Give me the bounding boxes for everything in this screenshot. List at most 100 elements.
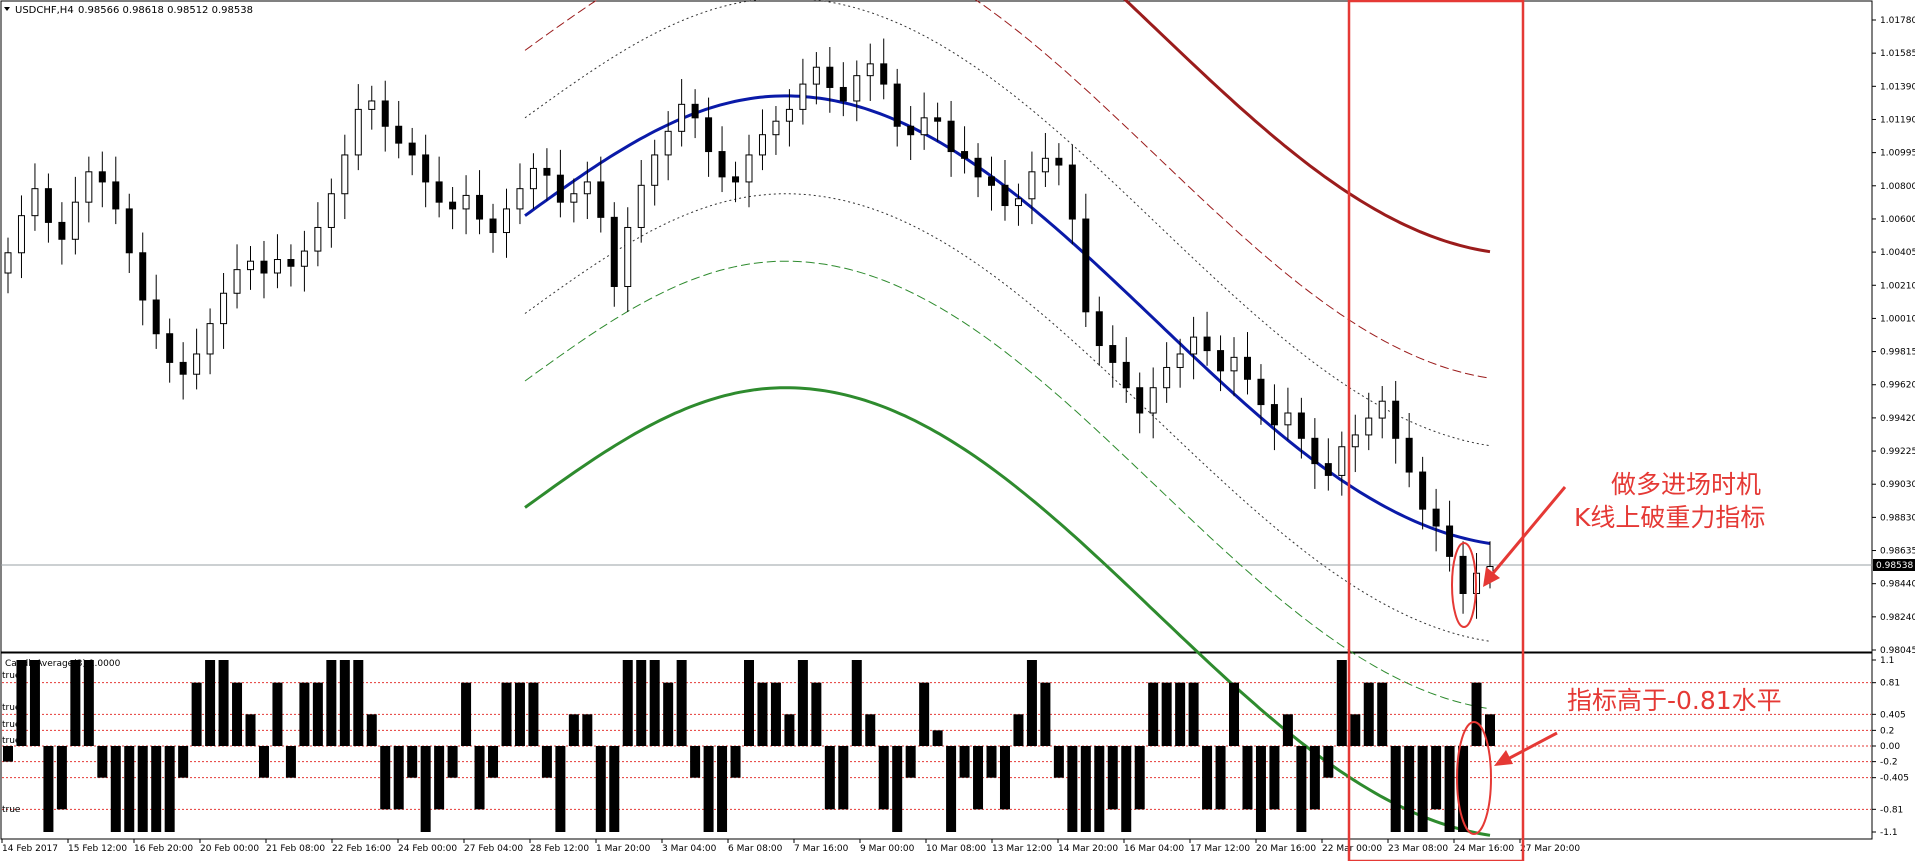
- true-label: true: [2, 671, 21, 681]
- indicator-bar: [1444, 746, 1455, 832]
- indicator-bar: [568, 714, 579, 746]
- price-tick-label: 0.99815: [1880, 348, 1915, 358]
- time-tick-label: 10 Mar 08:00: [926, 844, 986, 854]
- indicator-bar: [1080, 746, 1091, 832]
- indicator-bar: [919, 682, 930, 746]
- candle-body: [327, 193, 335, 228]
- candle-body: [1217, 350, 1225, 372]
- indicator-tick-label: 0.00: [1880, 742, 1900, 752]
- candle-body: [1378, 400, 1386, 419]
- indicator-bar: [124, 746, 135, 832]
- indicator-bar: [366, 714, 377, 746]
- candle-body: [476, 194, 484, 220]
- candle-body: [1203, 336, 1211, 352]
- candle-body: [664, 130, 672, 156]
- candle-body: [1014, 198, 1022, 207]
- candle-body: [1338, 446, 1346, 476]
- indicator-bar: [717, 746, 728, 832]
- price-tick-label: 0.99620: [1880, 381, 1915, 391]
- true-label: true: [2, 720, 21, 730]
- indicator-bar: [744, 660, 754, 746]
- candle-body: [166, 333, 174, 363]
- candle-body: [1419, 471, 1427, 510]
- indicator-bar: [555, 746, 566, 832]
- indicator-tick-label: 1.1: [1880, 656, 1894, 666]
- candle-body: [314, 226, 322, 252]
- price-tick-label: 0.98635: [1880, 547, 1915, 557]
- indicator-bar: [191, 682, 202, 746]
- candle-body: [247, 260, 255, 271]
- candle-body: [449, 201, 457, 210]
- indicator-tick-label: 0.81: [1880, 679, 1900, 689]
- candle-body: [570, 193, 578, 203]
- time-tick-label: 24 Mar 16:00: [1454, 844, 1514, 854]
- indicator-bar: [1040, 682, 1051, 746]
- time-tick-label: 28 Feb 12:00: [530, 844, 589, 854]
- candle-body: [368, 100, 376, 110]
- chart-canvas: 1.01780 1.01585 1.01390 1.01190 1.00995 1.008…: [0, 0, 1915, 861]
- price-tick-label: 1.01585: [1880, 49, 1915, 59]
- indicator-bar: [1431, 746, 1442, 810]
- candle-body: [31, 188, 39, 217]
- indicator-name: CandleAverage(3) 1.0000: [5, 659, 121, 669]
- indicator-bar: [43, 746, 54, 832]
- candle-body: [1405, 437, 1413, 473]
- candle-body: [17, 215, 25, 254]
- candle-body: [233, 269, 241, 294]
- price-tick-label: 1.00405: [1880, 248, 1915, 258]
- indicator-bar: [218, 660, 229, 746]
- indicator-bar: [1202, 746, 1213, 810]
- indicator-bar: [1336, 660, 1347, 746]
- candle-body: [1082, 218, 1090, 313]
- candle-body: [880, 63, 888, 85]
- indicator-bar: [1404, 746, 1415, 832]
- indicator-bar: [811, 682, 822, 746]
- candle-body: [354, 108, 362, 156]
- time-tick-label: 16 Feb 20:00: [134, 844, 193, 854]
- indicator-bar: [541, 746, 552, 778]
- indicator-bar: [865, 714, 876, 746]
- indicator-bar: [973, 746, 984, 810]
- indicator-bar: [245, 714, 256, 746]
- time-tick-label: 27 Mar 20:00: [1520, 844, 1580, 854]
- indicator-tick-label: 0.405: [1880, 710, 1906, 720]
- indicator-bar: [1053, 746, 1064, 778]
- candle-body: [408, 142, 416, 156]
- indicator-bar: [838, 746, 849, 810]
- indicator-note: 指标高于-0.81水平: [1567, 686, 1782, 715]
- candle-body: [1095, 311, 1103, 347]
- candle-body: [1122, 361, 1130, 389]
- candle-body: [502, 208, 510, 234]
- indicator-bar: [1242, 746, 1253, 810]
- candle-body: [610, 216, 618, 288]
- indicator-bar: [1067, 746, 1078, 832]
- candle-body: [866, 63, 874, 77]
- indicator-bar: [447, 746, 458, 778]
- candle-body: [1297, 412, 1305, 439]
- time-tick-label: 3 Mar 04:00: [662, 844, 717, 854]
- candle-body: [705, 117, 713, 153]
- indicator-bar: [595, 746, 606, 832]
- candle-body: [1257, 378, 1265, 406]
- candle-body: [1243, 356, 1251, 380]
- indicator-bar: [1363, 682, 1374, 746]
- indicator-tick-label: -1.1: [1880, 828, 1898, 838]
- indicator-bar: [878, 746, 889, 810]
- indicator-bar: [663, 682, 674, 746]
- indicator-bar: [164, 746, 175, 832]
- candle-body: [556, 174, 564, 203]
- indicator-bar: [29, 660, 40, 746]
- indicator-bar: [703, 746, 714, 832]
- price-tick-label: 1.00210: [1880, 281, 1915, 291]
- candle-body: [273, 259, 281, 274]
- indicator-bar: [1296, 746, 1307, 832]
- symbol-label: USDCHF,H4: [15, 5, 74, 16]
- candle-body: [1028, 171, 1036, 200]
- indicator-bar: [1350, 714, 1361, 746]
- indicator-bar: [299, 682, 310, 746]
- candle-body: [1163, 366, 1171, 389]
- time-tick-label: 6 Mar 08:00: [728, 844, 783, 854]
- indicator-axis: 1.1 0.81 0.405 0.2 0.00 -0.2 -0.405 -0.81 -1.1: [1872, 656, 1909, 838]
- candle-body: [1041, 157, 1049, 173]
- candle-body: [920, 117, 928, 136]
